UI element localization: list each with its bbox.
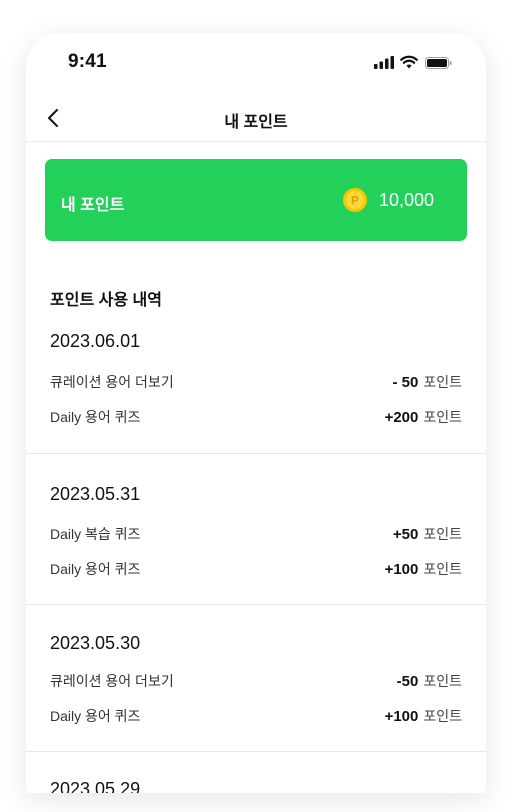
row-description: Daily 복습 퀴즈 — [50, 526, 141, 542]
row-amount: - 50 포인트 — [393, 372, 463, 392]
status-bar: 9:41 — [26, 33, 486, 93]
battery-icon — [425, 57, 452, 69]
history-row: 큐레이션 용어 더보기 -50 포인트 — [26, 671, 486, 691]
history-row: Daily 용어 퀴즈 +100 포인트 — [26, 559, 486, 579]
phone-screen: 9:41 내 포인트 내 포인트 P 10,000 포인트 사용 내역 2023… — [26, 33, 486, 793]
amount-value: +200 — [384, 409, 419, 426]
section-divider — [26, 751, 486, 752]
status-icons — [362, 55, 452, 71]
history-row: Daily 용어 퀴즈 +200 포인트 — [26, 407, 486, 427]
amount-unit: 포인트 — [423, 673, 462, 689]
wifi-icon — [400, 55, 418, 69]
row-amount: +200 포인트 — [385, 407, 462, 427]
amount-value: +100 — [384, 561, 419, 578]
amount-unit: 포인트 — [423, 374, 462, 390]
coin-glyph: P — [351, 194, 359, 208]
nav-bar: 내 포인트 — [26, 95, 486, 142]
coin-icon: P — [343, 188, 367, 212]
row-amount: -50 포인트 — [397, 671, 462, 691]
history-date: 2023.05.29 — [50, 779, 141, 793]
row-description: Daily 용어 퀴즈 — [50, 561, 141, 577]
history-date: 2023.05.30 — [50, 633, 141, 653]
section-divider — [26, 453, 486, 454]
amount-unit: 포인트 — [423, 708, 462, 724]
amount-value: +50 — [392, 526, 419, 543]
amount-value: +100 — [384, 708, 419, 725]
history-date: 2023.05.31 — [50, 484, 141, 504]
points-card-label: 내 포인트 — [61, 197, 125, 214]
status-time: 9:41 — [68, 51, 107, 72]
row-amount: +100 포인트 — [385, 706, 462, 726]
row-description: 큐레이션 용어 더보기 — [50, 374, 174, 390]
history-date: 2023.06.01 — [50, 331, 141, 351]
row-amount: +50 포인트 — [393, 524, 462, 544]
amount-unit: 포인트 — [423, 561, 462, 577]
row-description: 큐레이션 용어 더보기 — [50, 673, 174, 689]
amount-value: - 50 — [392, 374, 419, 391]
page-title: 내 포인트 — [224, 114, 288, 131]
amount-value: -50 — [396, 673, 419, 690]
history-row: 큐레이션 용어 더보기 - 50 포인트 — [26, 372, 486, 392]
points-card: 내 포인트 P 10,000 — [45, 159, 467, 241]
section-divider — [26, 604, 486, 605]
signal-icon — [374, 56, 394, 69]
amount-unit: 포인트 — [423, 526, 462, 542]
row-description: Daily 용어 퀴즈 — [50, 409, 141, 425]
points-balance: 10,000 — [379, 190, 435, 210]
row-description: Daily 용어 퀴즈 — [50, 708, 141, 724]
row-amount: +100 포인트 — [385, 559, 462, 579]
history-row: Daily 복습 퀴즈 +50 포인트 — [26, 524, 486, 544]
amount-unit: 포인트 — [423, 409, 462, 425]
history-title: 포인트 사용 내역 — [50, 292, 162, 309]
history-row: Daily 용어 퀴즈 +100 포인트 — [26, 706, 486, 726]
